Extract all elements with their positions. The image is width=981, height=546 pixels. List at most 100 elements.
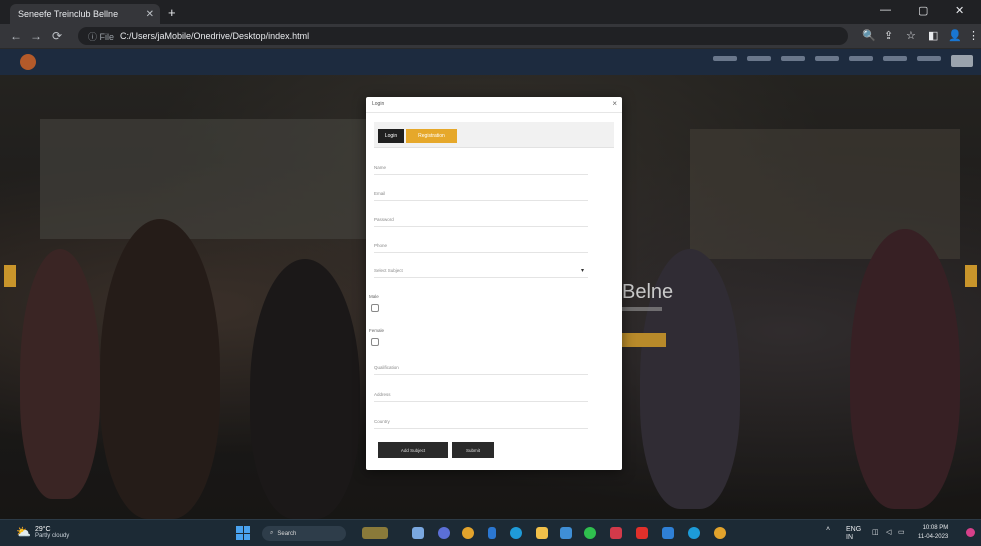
modal-tabs: Login Registration xyxy=(374,122,614,148)
hero-heading: Belne xyxy=(622,281,674,303)
student-figure xyxy=(20,249,100,499)
nav-link[interactable] xyxy=(917,56,941,61)
tray-lang-text: ENG xyxy=(846,526,862,533)
subject-select-value: Select Subject xyxy=(374,268,403,273)
whatsapp-icon[interactable] xyxy=(584,527,596,539)
store-icon[interactable] xyxy=(560,527,572,539)
tray-region-text: IN xyxy=(846,534,853,541)
app-icon[interactable] xyxy=(688,527,700,539)
hero-subtitle xyxy=(622,307,662,311)
add-subject-button[interactable]: Add Subject xyxy=(378,442,448,458)
classroom-board xyxy=(40,119,370,239)
notification-icon[interactable] xyxy=(966,528,975,537)
minimize-icon[interactable]: — xyxy=(880,4,891,16)
phone-field[interactable]: Phone xyxy=(374,239,588,253)
nav-link[interactable] xyxy=(781,56,805,61)
weather-widget[interactable]: ⛅ 29°C Partly cloudy xyxy=(16,525,69,539)
tab-login[interactable]: Login xyxy=(378,129,404,143)
nav-login-button[interactable] xyxy=(951,55,973,67)
folder-icon[interactable] xyxy=(536,527,548,539)
nav-link[interactable] xyxy=(713,56,737,61)
male-checkbox[interactable] xyxy=(371,304,379,312)
close-window-icon[interactable]: ✕ xyxy=(955,4,964,17)
search-icon: ⌕ xyxy=(270,530,274,536)
student-figure xyxy=(100,219,220,519)
login-modal: Login × Login Registration Name Email Pa… xyxy=(366,97,622,470)
female-checkbox[interactable] xyxy=(371,338,379,346)
profile-icon[interactable]: 👤 xyxy=(948,29,962,42)
subject-select[interactable]: Select Subject ▾ xyxy=(374,264,588,278)
windows-taskbar: ⛅ 29°C Partly cloudy ⌕ Search ˄ ENG IN ◫… xyxy=(0,519,981,546)
youtube-icon[interactable] xyxy=(636,527,648,539)
nav-link[interactable] xyxy=(883,56,907,61)
site-info-icon[interactable]: ⓘ File xyxy=(88,30,114,43)
file-explorer-icon[interactable] xyxy=(412,527,424,539)
taskbar-clock[interactable]: 10:08 PM 11-04-2023 xyxy=(918,524,948,542)
maximize-icon[interactable]: ▢ xyxy=(918,4,928,17)
forward-icon[interactable]: → xyxy=(30,29,42,43)
submit-button[interactable]: Submit xyxy=(452,442,494,458)
edge-icon[interactable] xyxy=(510,527,522,539)
nav-link[interactable] xyxy=(815,56,839,61)
address-field[interactable]: Address xyxy=(374,388,588,402)
modal-close-icon[interactable]: × xyxy=(612,99,617,108)
weather-text: 29°C Partly cloudy xyxy=(35,526,69,539)
password-field[interactable]: Password xyxy=(374,213,588,227)
tab-registration[interactable]: Registration xyxy=(406,129,457,143)
chat-icon[interactable] xyxy=(438,527,450,539)
chrome-icon[interactable] xyxy=(462,527,474,539)
email-field[interactable]: Email xyxy=(374,187,588,201)
tab-title: Seneefe Treinclub Bellne xyxy=(18,9,119,19)
start-windows-icon[interactable] xyxy=(236,526,250,540)
modal-title: Login xyxy=(372,101,385,107)
widgets-app-icon[interactable] xyxy=(362,527,388,539)
nav-link[interactable] xyxy=(849,56,873,61)
tray-chevron-icon[interactable]: ˄ xyxy=(826,526,830,533)
menu-kebab-icon[interactable]: ⋮ xyxy=(968,29,979,42)
reload-icon[interactable]: ⟳ xyxy=(52,29,62,43)
bookmark-star-icon[interactable]: ☆ xyxy=(906,29,916,42)
nav-link[interactable] xyxy=(747,56,771,61)
vscode-icon[interactable] xyxy=(488,527,496,539)
male-label: Male xyxy=(369,294,379,299)
name-field[interactable]: Name xyxy=(374,161,588,175)
media-icon[interactable] xyxy=(610,527,622,539)
back-icon[interactable]: ← xyxy=(10,29,22,43)
carousel-prev-arrow[interactable] xyxy=(4,265,16,287)
sidepanel-icon[interactable]: ◧ xyxy=(928,29,938,42)
vs-icon[interactable] xyxy=(662,527,674,539)
country-field[interactable]: Country xyxy=(374,415,588,429)
classroom-board-right xyxy=(690,129,960,259)
battery-icon[interactable]: ▭ xyxy=(898,528,905,536)
zoom-icon[interactable]: 🔍 xyxy=(862,29,876,42)
share-icon[interactable]: ⇪ xyxy=(884,29,893,42)
browser-tabbar: Seneefe Treinclub Bellne ✕ + — ▢ ✕ xyxy=(0,0,981,24)
chrome-active-icon[interactable] xyxy=(714,527,726,539)
carousel-next-arrow[interactable] xyxy=(965,265,977,287)
modal-header: Login × xyxy=(366,97,622,113)
weather-temp: 29°C xyxy=(34,525,51,533)
new-tab-button[interactable]: + xyxy=(168,5,176,20)
student-figure xyxy=(850,229,960,509)
address-bar[interactable]: ⓘ File C:/Users/jaMobile/Onedrive/Deskto… xyxy=(78,27,848,45)
weather-desc: Partly cloudy xyxy=(34,532,70,539)
tab-close-icon[interactable]: ✕ xyxy=(146,9,154,20)
wifi-icon[interactable]: ◫ xyxy=(872,528,879,536)
taskbar-search[interactable]: ⌕ Search xyxy=(262,526,346,541)
weather-cloud-icon: ⛅ xyxy=(16,525,31,539)
hero-cta-button[interactable] xyxy=(622,333,666,347)
browser-tab[interactable]: Seneefe Treinclub Bellne ✕ xyxy=(10,4,160,24)
search-label: Search xyxy=(277,530,297,537)
site-logo[interactable] xyxy=(20,54,36,70)
qualification-field[interactable]: Qualification xyxy=(374,361,588,375)
site-navbar xyxy=(0,49,981,75)
student-figure xyxy=(250,259,360,519)
clock-time: 10:08 PM xyxy=(922,525,949,531)
clock-date: 11-04-2023 xyxy=(918,534,949,540)
address-toolbar: ← → ⟳ ⓘ File C:/Users/jaMobile/Onedrive/… xyxy=(0,24,981,49)
tray-language[interactable]: ENG IN xyxy=(846,526,861,542)
address-text: C:/Users/jaMobile/Onedrive/Desktop/index… xyxy=(120,31,310,41)
nav-links xyxy=(713,56,941,61)
female-label: Female xyxy=(369,328,385,333)
volume-icon[interactable]: ◁ xyxy=(886,528,891,536)
